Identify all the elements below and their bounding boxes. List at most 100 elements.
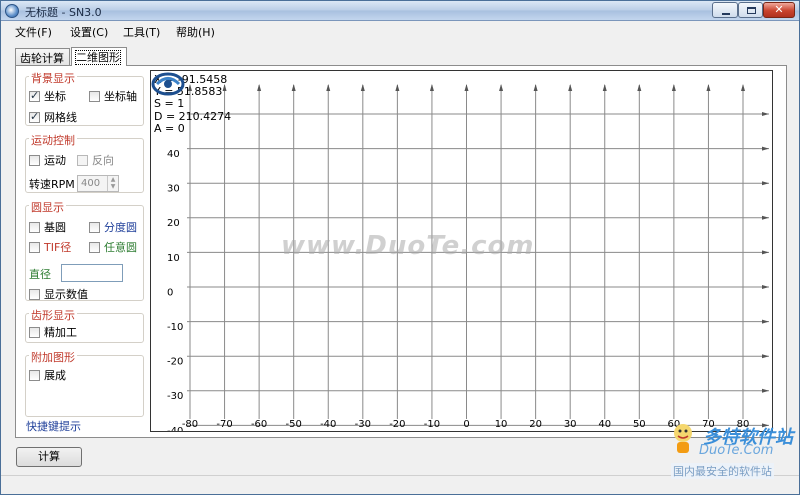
checkbox-pitch-circle-label: 分度圆 xyxy=(104,221,137,234)
x-tick-label: 30 xyxy=(564,419,577,430)
grid-hline-arrow xyxy=(762,354,769,359)
tab-2d-graphics[interactable]: 二维图形 xyxy=(71,47,127,66)
menu-file[interactable]: 文件(F) xyxy=(15,24,52,40)
checkbox-finish-box[interactable] xyxy=(29,327,40,338)
checkbox-coordinates[interactable]: 坐标 xyxy=(29,88,66,104)
checkbox-base-circle-box[interactable] xyxy=(29,222,40,233)
site-brand-url: DuoTe.Com xyxy=(699,443,774,458)
checkbox-grid-box[interactable] xyxy=(29,110,40,123)
calculate-button[interactable]: 计算 xyxy=(16,447,82,467)
shortcut-hint-link[interactable]: 快捷键提示 xyxy=(26,418,81,434)
grid-vline-arrow xyxy=(602,84,607,91)
title-bar: 无标题 - SN3.0 ✕ xyxy=(1,1,799,21)
group-tooth-title: 齿形显示 xyxy=(29,307,77,323)
grid-vline-arrow xyxy=(360,84,365,91)
checkbox-any-circle-box[interactable] xyxy=(89,242,100,253)
grid-hline-arrow xyxy=(762,146,769,151)
grid-hline-arrow xyxy=(762,319,769,324)
checkbox-base-circle-label: 基圆 xyxy=(44,221,66,234)
close-button[interactable]: ✕ xyxy=(763,2,795,18)
checkbox-any-circle[interactable]: 任意圆 xyxy=(89,239,137,255)
x-tick-label: 20 xyxy=(529,419,542,430)
grid-hline-arrow xyxy=(762,388,769,393)
x-tick-label: 50 xyxy=(633,419,646,430)
checkbox-pitch-circle[interactable]: 分度圆 xyxy=(89,219,137,235)
rpm-spin-arrows[interactable]: ▲ ▼ xyxy=(107,176,118,191)
grid-hline-arrow xyxy=(762,250,769,255)
grid-hline-arrow xyxy=(762,112,769,116)
checkbox-reverse-box[interactable] xyxy=(77,155,88,166)
group-motion-control: 运动控制 运动 反向 转速RPM 400 ▲ ▼ xyxy=(25,132,144,193)
x-tick-label: 0 xyxy=(463,419,469,430)
x-tick-label: -50 xyxy=(286,419,302,430)
group-tooth-display: 齿形显示 精加工 xyxy=(25,307,144,343)
maximize-button[interactable] xyxy=(738,2,763,18)
group-extra-title: 附加图形 xyxy=(29,349,77,365)
checkbox-motion-box[interactable] xyxy=(29,155,40,166)
site-watermark-logo: 多特软件站 DuoTe.Com 国内最安全的软件站 xyxy=(669,421,797,479)
app-window: 无标题 - SN3.0 ✕ 文件(F) 设置(C) 工具(T) 帮助(H) 齿轮… xyxy=(0,0,800,495)
checkbox-coordinates-box[interactable] xyxy=(29,89,40,102)
y-tick-label: -30 xyxy=(167,391,183,402)
watermark: www.DuoTe.com xyxy=(281,231,535,261)
grid-vline-arrow xyxy=(741,84,745,91)
spin-down-icon[interactable]: ▼ xyxy=(108,183,118,190)
spin-up-icon[interactable]: ▲ xyxy=(108,176,118,183)
checkbox-show-values[interactable]: 显示数值 xyxy=(29,286,88,302)
readout-a: A = 0 xyxy=(154,122,185,135)
x-tick-label: -40 xyxy=(320,419,336,430)
checkbox-axis-box[interactable] xyxy=(89,91,100,102)
y-tick-label: 10 xyxy=(167,253,180,264)
grid-vline-arrow xyxy=(326,84,331,91)
checkbox-base-circle[interactable]: 基圆 xyxy=(29,219,66,235)
tab-2d-graphics-label: 二维图形 xyxy=(75,50,121,65)
checkbox-reverse[interactable]: 反向 xyxy=(77,152,114,168)
checkbox-grid[interactable]: 网格线 xyxy=(29,109,77,125)
rpm-label: 转速RPM xyxy=(29,178,75,191)
x-tick-label: 10 xyxy=(495,419,508,430)
checkbox-generate-box[interactable] xyxy=(29,370,40,381)
menu-settings[interactable]: 设置(C) xyxy=(70,24,108,40)
group-background-title: 背景显示 xyxy=(29,70,77,86)
graphics-canvas[interactable]: 403020100-10-20-30-40-80-70-60-50-40-30-… xyxy=(150,70,773,432)
y-tick-label: -20 xyxy=(167,357,183,368)
grid-vline-arrow xyxy=(291,84,296,91)
minimize-icon xyxy=(722,13,730,15)
group-motion-title: 运动控制 xyxy=(29,132,77,148)
checkbox-tif-diameter[interactable]: TIF径 xyxy=(29,239,71,255)
grid-vline-arrow xyxy=(533,84,538,91)
checkbox-axis[interactable]: 坐标轴 xyxy=(89,88,137,104)
x-tick-label: -70 xyxy=(216,419,232,430)
grid-hline-arrow xyxy=(762,215,769,220)
readout-s: S = 1 xyxy=(154,97,185,110)
site-tagline: 国内最安全的软件站 xyxy=(671,463,774,479)
checkbox-show-values-box[interactable] xyxy=(29,289,40,300)
checkbox-finish[interactable]: 精加工 xyxy=(29,324,77,340)
checkbox-generate[interactable]: 展成 xyxy=(29,367,66,383)
x-tick-label: -30 xyxy=(355,419,371,430)
checkbox-tif-label: TIF径 xyxy=(44,241,72,254)
maximize-icon xyxy=(747,7,756,14)
mascot-icon xyxy=(674,424,692,453)
checkbox-motion-label: 运动 xyxy=(44,154,66,167)
rpm-spinbox[interactable]: 400 ▲ ▼ xyxy=(77,175,119,192)
minimize-button[interactable] xyxy=(712,2,738,18)
diameter-input[interactable] xyxy=(61,264,123,282)
diameter-label: 直径 xyxy=(29,268,51,281)
grid-vline-arrow xyxy=(499,84,504,91)
grid-vline-arrow xyxy=(395,84,400,91)
tab-gear-calc[interactable]: 齿轮计算 xyxy=(15,48,70,65)
checkbox-tif-box[interactable] xyxy=(29,242,40,253)
y-tick-label: 20 xyxy=(167,218,180,229)
grid-vline-arrow xyxy=(671,84,676,91)
grid-hline-arrow xyxy=(762,181,769,186)
app-logo-icon xyxy=(151,72,185,96)
rpm-value: 400 xyxy=(81,178,101,189)
grid-vline-arrow xyxy=(706,84,711,91)
menu-help[interactable]: 帮助(H) xyxy=(176,24,215,40)
checkbox-pitch-circle-box[interactable] xyxy=(89,222,100,233)
grid-vline-arrow xyxy=(464,84,469,91)
checkbox-motion[interactable]: 运动 xyxy=(29,152,66,168)
menu-tools[interactable]: 工具(T) xyxy=(123,24,160,40)
window-title: 无标题 - SN3.0 xyxy=(25,6,102,19)
